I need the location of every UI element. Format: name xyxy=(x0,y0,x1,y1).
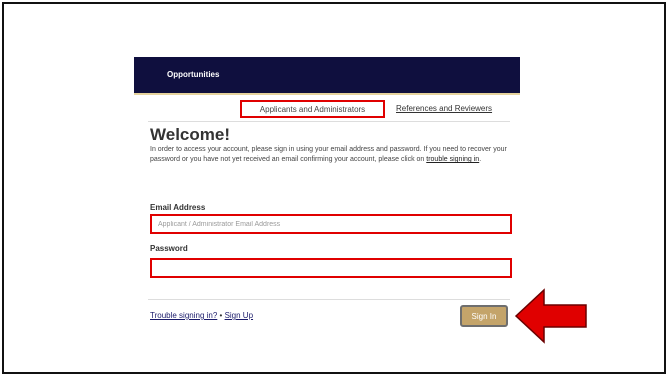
red-arrow-icon xyxy=(514,288,587,344)
email-input[interactable] xyxy=(150,214,512,234)
intro-suffix: . xyxy=(479,156,482,163)
tab-applicants-administrators[interactable]: Applicants and Administrators xyxy=(240,100,385,118)
divider xyxy=(148,121,510,122)
trouble-signing-in-link[interactable]: Trouble signing in? xyxy=(150,311,217,320)
top-navbar: Opportunities xyxy=(134,57,520,93)
login-page: Opportunities Applicants and Administrat… xyxy=(134,57,520,347)
welcome-heading: Welcome! xyxy=(150,125,230,144)
sign-in-label: Sign In xyxy=(471,311,497,321)
welcome-instructions: In order to access your account, please … xyxy=(150,145,515,165)
link-separator: • xyxy=(217,311,225,320)
trouble-signing-in-inline-link[interactable]: trouble signing in xyxy=(426,156,479,163)
navbar-accent-line xyxy=(134,93,520,95)
tab-references-reviewers[interactable]: References and Reviewers xyxy=(396,104,492,113)
email-label: Email Address xyxy=(150,203,206,212)
sign-up-link[interactable]: Sign Up xyxy=(225,311,253,320)
nav-opportunities[interactable]: Opportunities xyxy=(167,70,219,79)
sign-in-button[interactable]: Sign In xyxy=(460,305,508,327)
divider xyxy=(148,299,510,300)
password-label: Password xyxy=(150,244,188,253)
password-input[interactable] xyxy=(150,258,512,278)
tab-applicants-label: Applicants and Administrators xyxy=(259,104,366,114)
footer-links: Trouble signing in? • Sign Up xyxy=(150,311,253,320)
slide-frame: Opportunities Applicants and Administrat… xyxy=(2,2,666,374)
